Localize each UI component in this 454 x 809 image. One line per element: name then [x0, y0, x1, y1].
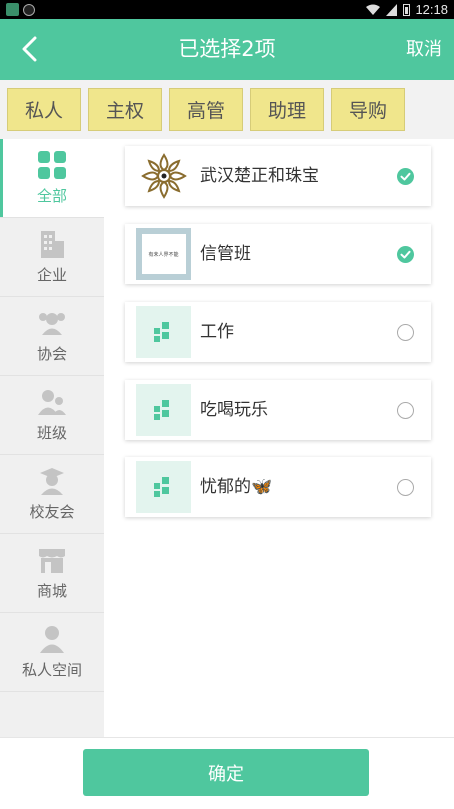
book-cover-text: 有未人界不能	[141, 234, 186, 274]
sidebar-item-class[interactable]: 班级	[0, 376, 104, 455]
status-time: 12:18	[415, 2, 448, 17]
sidebar-item-association[interactable]: 协会	[0, 297, 104, 376]
sidebar-item-label: 全部	[36, 187, 67, 205]
sidebar-item-label: 企业	[36, 266, 67, 284]
grid-icon	[38, 151, 66, 179]
tag-assistant[interactable]: 助理	[250, 88, 324, 131]
group-name: 吃喝玩乐	[200, 400, 268, 420]
sidebar-item-private-space[interactable]: 私人空间	[0, 613, 104, 692]
category-sidebar: 全部 企业 协会 班级 校友会 商城 私人空间	[0, 139, 104, 737]
list-item[interactable]: 忧郁的🦋	[125, 457, 431, 517]
group-name: 忧郁的🦋	[200, 477, 273, 497]
group-icon	[39, 313, 65, 335]
tag-shopping-guide[interactable]: 导购	[331, 88, 405, 131]
unchecked-icon[interactable]	[397, 324, 414, 341]
sidebar-item-label: 商城	[36, 582, 67, 600]
default-group-icon	[153, 400, 169, 420]
default-group-icon	[153, 322, 169, 342]
group-thumbnail: 有未人界不能	[136, 228, 191, 280]
status-bar: 12:18	[0, 0, 454, 19]
people-icon	[38, 390, 66, 415]
list-item[interactable]: 工作	[125, 302, 431, 362]
sidebar-item-mall[interactable]: 商城	[0, 534, 104, 613]
group-thumbnail	[136, 384, 191, 436]
sidebar-item-all[interactable]: 全部	[0, 139, 104, 218]
sidebar-item-label: 协会	[36, 345, 67, 363]
sidebar-item-alumni[interactable]: 校友会	[0, 455, 104, 534]
group-name: 信管班	[200, 244, 251, 264]
sidebar-item-label: 班级	[36, 424, 67, 442]
checked-icon[interactable]	[397, 168, 414, 185]
sidebar-item-enterprise[interactable]: 企业	[0, 218, 104, 297]
checked-icon[interactable]	[397, 246, 414, 263]
tag-sovereign[interactable]: 主权	[88, 88, 162, 131]
wifi-icon	[366, 4, 381, 15]
list-item[interactable]: 武汉楚正和珠宝	[125, 146, 431, 206]
app-notification-icon	[6, 3, 19, 16]
unchecked-icon[interactable]	[397, 402, 414, 419]
sidebar-item-label: 私人空间	[21, 661, 82, 679]
page-title: 已选择2项	[178, 37, 276, 61]
group-thumbnail	[136, 461, 191, 513]
app-root: 12:18 已选择2项 取消 私人 主权 高管 助理 导购 全部 企业 协会 班…	[0, 0, 454, 809]
graduate-icon	[40, 468, 64, 495]
group-thumbnail	[136, 150, 191, 202]
building-icon	[41, 231, 64, 258]
battery-icon	[403, 3, 411, 16]
tag-private[interactable]: 私人	[7, 88, 81, 131]
jewelry-logo-icon	[140, 153, 187, 199]
cancel-button[interactable]: 取消	[406, 19, 442, 80]
unchecked-icon[interactable]	[397, 479, 414, 496]
tag-row: 私人 主权 高管 助理 导购	[0, 80, 454, 139]
default-group-icon	[153, 477, 169, 497]
header-bar: 已选择2项 取消	[0, 19, 454, 80]
confirm-button[interactable]: 确定	[83, 749, 369, 796]
footer-bar: 确定	[0, 737, 454, 809]
group-list: 武汉楚正和珠宝 有未人界不能 信管班 工作 吃喝玩乐 忧郁的🦋	[104, 139, 454, 737]
person-icon	[40, 626, 64, 653]
list-item[interactable]: 吃喝玩乐	[125, 380, 431, 440]
group-name: 工作	[200, 322, 234, 342]
store-icon	[39, 549, 65, 573]
group-name: 武汉楚正和珠宝	[200, 166, 319, 186]
sidebar-item-label: 校友会	[29, 503, 75, 521]
list-item[interactable]: 有未人界不能 信管班	[125, 224, 431, 284]
shield-icon	[23, 3, 35, 16]
tag-executive[interactable]: 高管	[169, 88, 243, 131]
signal-icon	[386, 3, 398, 16]
group-thumbnail	[136, 306, 191, 358]
